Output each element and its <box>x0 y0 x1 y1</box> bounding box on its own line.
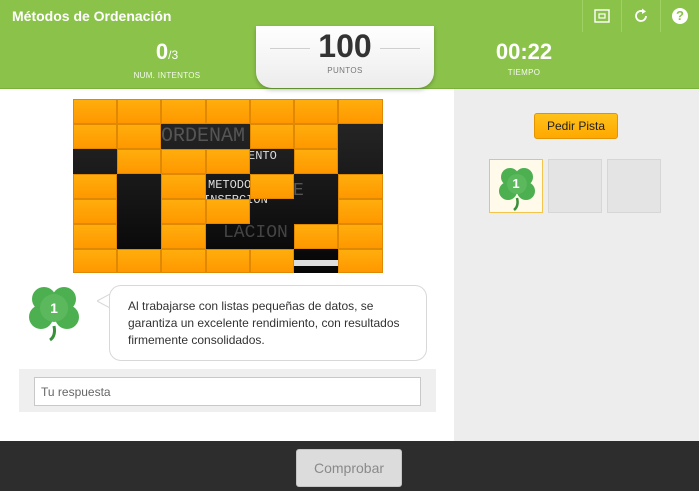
cover-tile <box>294 99 338 124</box>
side-panel: Pedir Pista 1 <box>454 89 699 441</box>
cover-tile <box>206 199 250 224</box>
cover-tile <box>161 249 206 273</box>
hint-slot-3 <box>607 159 661 213</box>
hint-badge-number: 1 <box>50 300 58 316</box>
footer-bar: Comprobar <box>0 441 699 491</box>
hidden-text-4: METODO <box>208 178 251 192</box>
cover-tile <box>161 199 206 224</box>
attempts-label: NUM. INTENTOS <box>133 71 201 80</box>
cover-tile <box>250 174 294 199</box>
cover-tile <box>250 249 294 273</box>
cover-tile <box>338 224 383 249</box>
restart-icon <box>634 8 647 22</box>
attempts-value: 0 <box>155 39 169 64</box>
app-title: Métodos de Ordenación <box>12 8 172 24</box>
cover-tile <box>161 174 206 199</box>
cover-tile <box>206 149 250 174</box>
cover-tile <box>161 224 206 249</box>
cover-tile <box>73 249 117 273</box>
help-button[interactable]: ? <box>660 0 698 32</box>
time-value: 00:22 <box>495 39 553 64</box>
points-card: 100 PUNTOS <box>256 26 434 88</box>
time-stat: 00:22 TIEMPO <box>459 38 589 77</box>
restart-button[interactable] <box>621 0 659 32</box>
points-label: PUNTOS <box>327 66 363 75</box>
divider <box>380 48 420 49</box>
hidden-text-2: ENTO <box>248 149 277 163</box>
cover-tile <box>73 174 117 199</box>
cover-tile <box>73 99 117 124</box>
puzzle-image: ORDENAM ENTO POR METODO INSERCION E LACI… <box>73 99 383 273</box>
cover-tile <box>73 124 117 149</box>
cover-tile <box>206 249 250 273</box>
answer-area <box>19 369 436 412</box>
cover-tile <box>161 99 206 124</box>
cover-tile <box>250 99 294 124</box>
cover-tile <box>73 199 117 224</box>
hidden-text-7: LACION <box>223 223 288 243</box>
fullscreen-button[interactable] <box>582 0 620 32</box>
hint-slot-2 <box>548 159 602 213</box>
hint-text: Al trabajarse con listas pequeñas de dat… <box>128 299 400 347</box>
cover-tile <box>338 249 383 273</box>
hint-slot-1[interactable]: 1 <box>489 159 543 213</box>
cover-tile <box>117 99 161 124</box>
cover-tile <box>338 99 383 124</box>
cover-tile <box>206 99 250 124</box>
attempts-total: /3 <box>168 48 179 62</box>
cover-tile <box>294 149 338 174</box>
attempts-stat: 0/3 NUM. INTENTOS <box>102 38 232 80</box>
points-value: 100 <box>318 28 372 64</box>
cover-tile <box>73 224 117 249</box>
answer-input[interactable] <box>34 377 421 406</box>
cover-tile <box>294 224 338 249</box>
hint-bubble: Al trabajarse con listas pequeñas de dat… <box>109 285 427 361</box>
cover-tile <box>117 149 161 174</box>
hidden-text-6: E <box>293 181 304 201</box>
cover-tile <box>338 199 383 224</box>
cover-tile <box>117 124 161 149</box>
cover-tile <box>338 174 383 199</box>
hint-slot-number: 1 <box>512 176 520 191</box>
cover-tile <box>117 249 161 273</box>
app-window: Métodos de Ordenación ? 0/3 NUM. INTENTO… <box>0 0 699 491</box>
cover-tile <box>250 124 294 149</box>
cover-tile <box>161 149 206 174</box>
hidden-text-1: ORDENAM <box>161 125 245 148</box>
request-hint-button[interactable]: Pedir Pista <box>534 113 618 139</box>
fullscreen-icon <box>593 9 610 23</box>
help-glyph: ? <box>676 8 684 23</box>
check-button[interactable]: Comprobar <box>296 449 402 487</box>
divider <box>270 48 310 49</box>
cover-tile <box>294 124 338 149</box>
time-label: TIEMPO <box>507 68 541 77</box>
